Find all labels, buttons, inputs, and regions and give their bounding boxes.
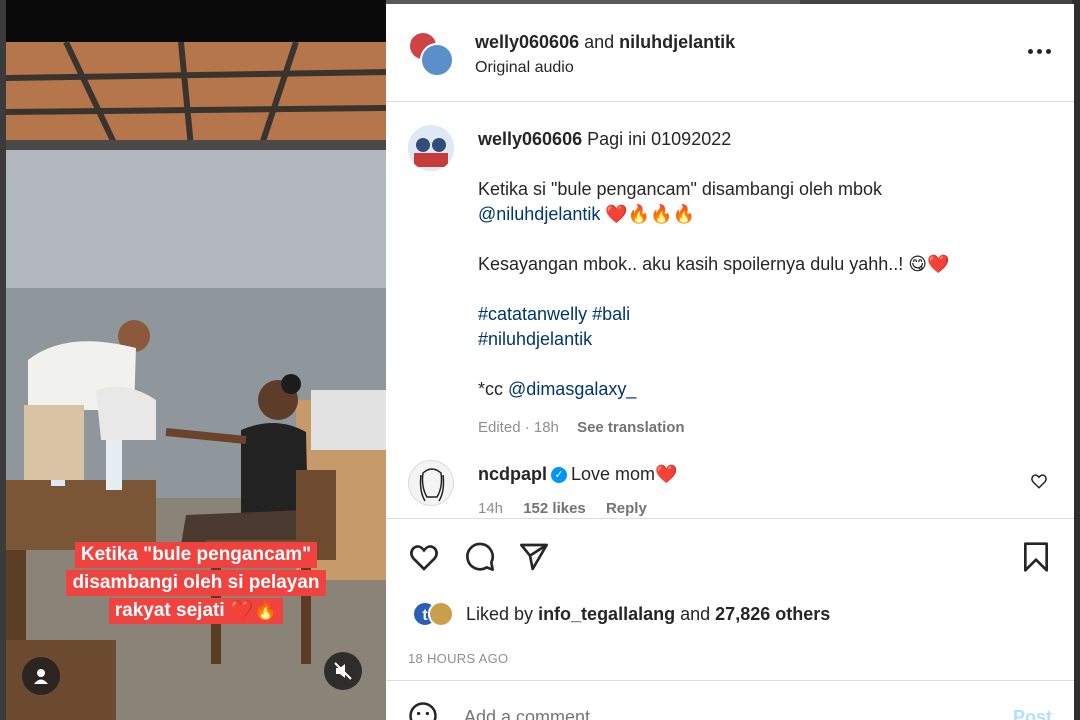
liker-avatars[interactable]: t	[408, 599, 460, 629]
video-player[interactable]: Ketika "bule pengancam" disambangi oleh …	[6, 0, 386, 720]
liker-username[interactable]: info_tegallalang	[538, 604, 675, 625]
tagged-users-button[interactable]	[22, 657, 60, 695]
caption-line-3: rakyat sejati ❤️🔥	[108, 598, 284, 624]
mention-link[interactable]: @dimasgalaxy_	[508, 379, 636, 399]
likes-count-button[interactable]: 27,826 others	[715, 604, 830, 625]
comment-emoji: ❤️	[655, 464, 678, 484]
caption-username[interactable]: welly060606	[478, 129, 582, 149]
mute-button[interactable]	[324, 652, 362, 690]
more-options-button[interactable]	[1024, 39, 1054, 63]
verified-badge-icon: ✓	[551, 467, 568, 483]
avatar	[420, 43, 454, 77]
hashtag-link[interactable]: #bali	[592, 304, 630, 324]
collab-avatars[interactable]	[408, 31, 456, 79]
avatar-sketch	[419, 468, 445, 502]
caption-line-date: Pagi ini 01092022	[587, 129, 732, 149]
caption-paragraph-2: Kesayangan mbok.. aku kasih spoilernya d…	[478, 254, 904, 274]
caption-paragraph-1: Ketika si "bule pengancam" disambangi ol…	[478, 179, 883, 199]
muted-speaker-icon	[334, 662, 352, 680]
avatar[interactable]	[408, 460, 454, 506]
liked-by-summary: t Liked by info_tegallalang and 27,826 o…	[408, 597, 830, 631]
like-button[interactable]	[406, 539, 442, 575]
collab-usernames: welly060606 and niluhdjelantik	[475, 32, 735, 53]
mention-link[interactable]: @niluhdjelantik	[478, 204, 600, 224]
post-caption: welly060606 Pagi ini 01092022 Ketika si …	[478, 127, 1038, 440]
list-item: ncdpapl ✓ Love mom❤️ 14h 152 likes Reply	[408, 458, 1048, 518]
more-horizontal-icon	[1045, 48, 1051, 54]
add-comment-bar: Post	[386, 680, 1074, 720]
emoji-button[interactable]	[408, 701, 438, 720]
caption-emoji-1: ❤️🔥🔥🔥	[605, 204, 696, 224]
user-icon	[34, 669, 48, 684]
heart-outline-icon	[1031, 474, 1047, 489]
comment-time: 14h	[478, 500, 504, 517]
comment-button[interactable]	[462, 539, 498, 575]
video-caption-overlay: Ketika "bule pengancam" disambangi oleh …	[36, 542, 356, 626]
avatar[interactable]	[408, 125, 454, 171]
post-header: welly060606 and niluhdjelantik Original …	[386, 4, 1074, 102]
caption-line-2: disambangi oleh si pelayan	[66, 570, 326, 596]
more-horizontal-icon	[1036, 48, 1042, 54]
post-actions: t Liked by info_tegallalang and 27,826 o…	[386, 518, 1074, 680]
comment-likes-button[interactable]: 152 likes	[523, 500, 586, 517]
emoji-smiley-icon	[409, 702, 437, 720]
caption-line-1: Ketika "bule pengancam"	[74, 542, 318, 568]
edited-timestamp: Edited · 18h	[478, 419, 559, 436]
hashtag-link[interactable]: #niluhdjelantik	[478, 329, 592, 349]
comment-reply-button[interactable]: Reply	[606, 500, 647, 517]
caption-emoji-2: 😋❤️	[908, 254, 950, 274]
heart-outline-icon	[410, 545, 438, 571]
post-details-panel: welly060606 and niluhdjelantik Original …	[386, 4, 1074, 720]
comment-bubble-icon	[466, 542, 495, 571]
see-translation-button[interactable]: See translation	[577, 419, 685, 436]
header-username-2[interactable]: niluhdjelantik	[619, 32, 735, 52]
header-and: and	[584, 32, 615, 52]
comment-like-button[interactable]	[1030, 472, 1048, 495]
share-button[interactable]	[516, 539, 552, 575]
bookmark-icon	[1024, 542, 1048, 572]
liked-by-prefix: Liked by	[466, 603, 534, 624]
comment-meta: 14h 152 likes Reply	[478, 500, 647, 517]
post-timestamp[interactable]: 18 HOURS AGO	[408, 651, 508, 666]
caption-meta: Edited · 18h See translation	[478, 415, 1038, 440]
comment-body: Love mom	[571, 464, 656, 484]
paper-plane-icon	[520, 543, 548, 571]
post-comment-button[interactable]: Post	[1013, 707, 1052, 720]
comment-text: ncdpapl ✓ Love mom❤️	[478, 464, 677, 485]
hashtag-link[interactable]: #catatanwelly	[478, 304, 587, 324]
avatar-image	[408, 125, 454, 171]
header-username-1[interactable]: welly060606	[475, 32, 579, 52]
original-audio-link[interactable]: Original audio	[475, 59, 574, 77]
save-button[interactable]	[1018, 539, 1054, 575]
comment-input[interactable]	[464, 707, 944, 720]
more-horizontal-icon	[1027, 48, 1033, 54]
comments-area[interactable]: welly060606 Pagi ini 01092022 Ketika si …	[386, 103, 1074, 518]
cc-prefix: *cc	[478, 379, 504, 399]
comment-username[interactable]: ncdpapl	[478, 464, 547, 484]
liked-by-and: and	[680, 603, 711, 624]
avatar	[428, 601, 454, 627]
